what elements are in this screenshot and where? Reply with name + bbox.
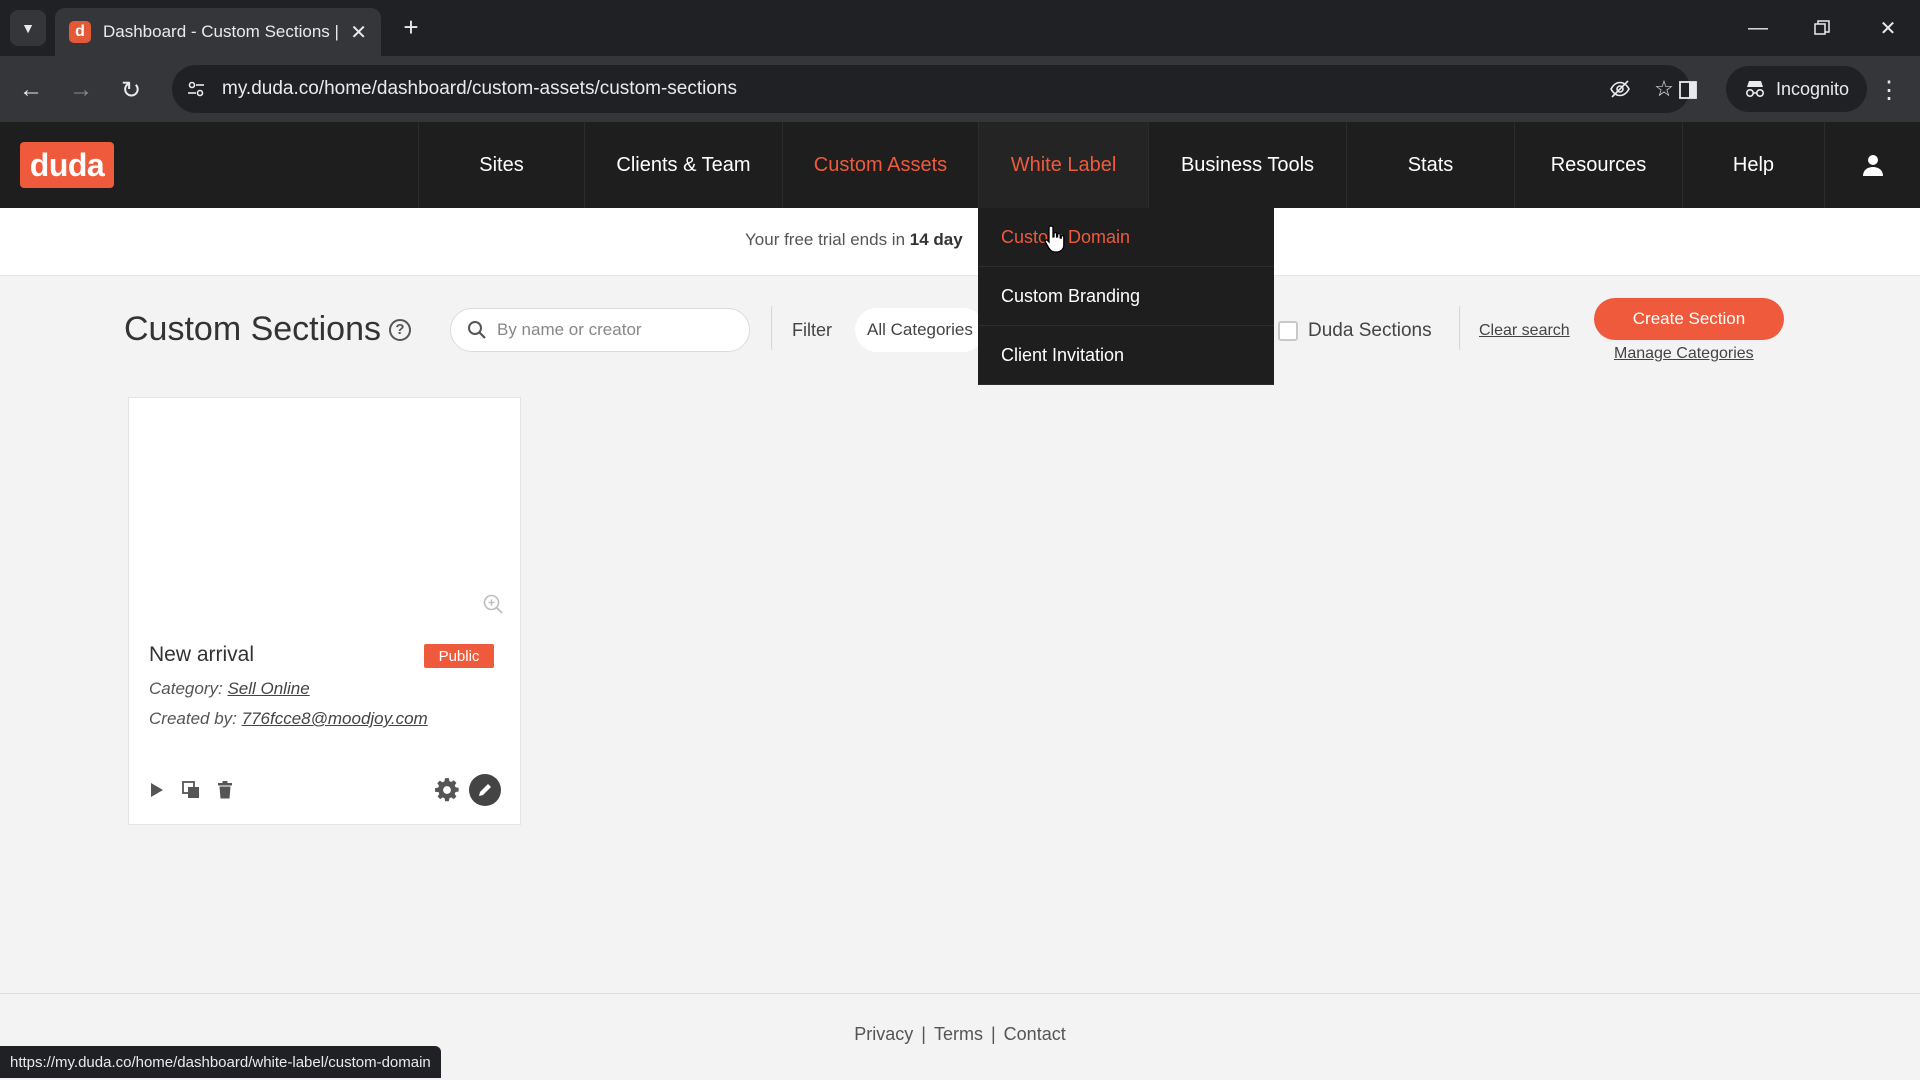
more-menu-icon[interactable]: ⋮ — [1872, 73, 1906, 107]
nav-stats[interactable]: Stats — [1346, 122, 1514, 208]
duda-sections-checkbox[interactable] — [1278, 321, 1298, 341]
incognito-badge[interactable]: Incognito — [1726, 66, 1868, 112]
minimize-icon[interactable]: — — [1738, 12, 1778, 44]
browser-toolbar: ← → ↻ my.duda.co/home/dashboard/custom-a… — [0, 56, 1920, 122]
footer-terms-link[interactable]: Terms — [934, 1024, 983, 1044]
nav-business-tools[interactable]: Business Tools — [1148, 122, 1346, 208]
section-name: New arrival — [149, 643, 255, 666]
trash-icon[interactable] — [213, 778, 237, 802]
nav-help[interactable]: Help — [1682, 122, 1824, 208]
section-card[interactable]: New arrival Public Category: Sell Online… — [128, 397, 521, 825]
manage-categories-link[interactable]: Manage Categories — [1614, 345, 1754, 363]
page-title: Custom Sections ? — [124, 310, 411, 349]
duda-sections-label: Duda Sections — [1308, 320, 1432, 341]
gear-icon[interactable] — [433, 776, 461, 804]
tab-close-icon[interactable]: ✕ — [350, 20, 367, 45]
footer-divider — [0, 993, 1920, 994]
footer-separator: | — [921, 1024, 926, 1044]
side-panel-icon[interactable] — [1670, 72, 1706, 108]
tab-title: Dashboard - Custom Sections | — [103, 22, 339, 41]
section-creator: Created by: 776fcce8@moodjoy.com — [149, 709, 428, 729]
hand-cursor-icon — [1044, 225, 1065, 253]
tab-search-chevron-icon[interactable]: ▼ — [10, 10, 46, 46]
zoom-in-icon[interactable] — [482, 593, 504, 620]
close-window-icon[interactable]: ✕ — [1868, 12, 1908, 44]
section-preview[interactable] — [129, 398, 520, 620]
nav-resources[interactable]: Resources — [1514, 122, 1682, 208]
back-arrow-icon[interactable]: ← — [14, 73, 48, 107]
menu-item-custom-branding[interactable]: Custom Branding — [978, 267, 1274, 326]
create-section-button[interactable]: Create Section — [1594, 298, 1784, 340]
nav-sites[interactable]: Sites — [418, 122, 584, 208]
main-navigation: duda Sites Clients & Team Custom Assets … — [0, 122, 1920, 208]
duda-favicon-icon: d — [69, 21, 91, 43]
nav-custom-assets[interactable]: Custom Assets — [782, 122, 978, 208]
play-preview-icon[interactable] — [145, 778, 169, 802]
white-label-dropdown: Custom Domain Custom Branding Client Inv… — [978, 208, 1274, 385]
help-question-icon[interactable]: ? — [389, 318, 411, 341]
duplicate-icon[interactable] — [179, 778, 203, 802]
page-title-text: Custom Sections — [124, 310, 381, 348]
search-box[interactable] — [450, 308, 750, 352]
url-text[interactable]: my.duda.co/home/dashboard/custom-assets/… — [222, 78, 1602, 100]
nav-clients-team[interactable]: Clients & Team — [584, 122, 782, 208]
forward-arrow-icon[interactable]: → — [64, 73, 98, 107]
new-tab-plus-icon[interactable]: + — [396, 12, 426, 42]
user-account-icon[interactable] — [1824, 122, 1920, 208]
address-bar[interactable]: my.duda.co/home/dashboard/custom-assets/… — [172, 65, 1690, 113]
restore-window-icon[interactable] — [1802, 12, 1842, 44]
category-link[interactable]: Sell Online — [227, 679, 309, 698]
nav-white-label[interactable]: White Label — [978, 122, 1148, 208]
trial-days: 14 day — [909, 230, 963, 249]
menu-item-custom-domain[interactable]: Custom Domain — [978, 208, 1274, 267]
browser-tab[interactable]: d Dashboard - Custom Sections | ✕ — [55, 8, 381, 56]
category-label: Category: — [149, 679, 223, 698]
search-icon — [468, 321, 486, 339]
pencil-icon — [479, 784, 491, 796]
footer-separator: | — [990, 1024, 996, 1044]
duda-sections-toggle[interactable]: Duda Sections — [1278, 320, 1432, 342]
toolbar-divider — [771, 306, 772, 350]
search-input[interactable] — [497, 320, 727, 340]
toolbar-divider — [1459, 306, 1460, 350]
browser-tab-strip: ▼ d Dashboard - Custom Sections | ✕ + — … — [0, 0, 1920, 56]
clear-search-link[interactable]: Clear search — [1479, 322, 1570, 340]
footer-links: Privacy | Terms | Contact — [0, 1024, 1920, 1045]
incognito-label: Incognito — [1776, 78, 1850, 99]
menu-item-client-invitation[interactable]: Client Invitation — [978, 326, 1274, 385]
status-badge: Public — [424, 644, 494, 668]
duda-logo[interactable]: duda — [20, 142, 114, 188]
link-status-bar: https://my.duda.co/home/dashboard/white-… — [0, 1046, 441, 1078]
trial-prefix: Your free trial ends in — [745, 230, 910, 249]
footer-contact-link[interactable]: Contact — [1004, 1024, 1066, 1044]
reload-icon[interactable]: ↻ — [114, 73, 148, 107]
eye-off-icon[interactable] — [1602, 71, 1638, 107]
filter-label: Filter — [792, 320, 832, 340]
creator-link[interactable]: 776fcce8@moodjoy.com — [242, 709, 428, 728]
site-info-icon[interactable] — [180, 73, 212, 105]
trial-banner: Your free trial ends in 14 day — [0, 208, 1920, 276]
section-category: Category: Sell Online — [149, 679, 310, 699]
footer-privacy-link[interactable]: Privacy — [854, 1024, 913, 1044]
creator-label: Created by: — [149, 709, 237, 728]
trial-banner-text: Your free trial ends in 14 day — [745, 230, 963, 250]
category-select[interactable]: All Categories — [855, 308, 985, 352]
edit-pencil-button[interactable] — [469, 774, 501, 806]
